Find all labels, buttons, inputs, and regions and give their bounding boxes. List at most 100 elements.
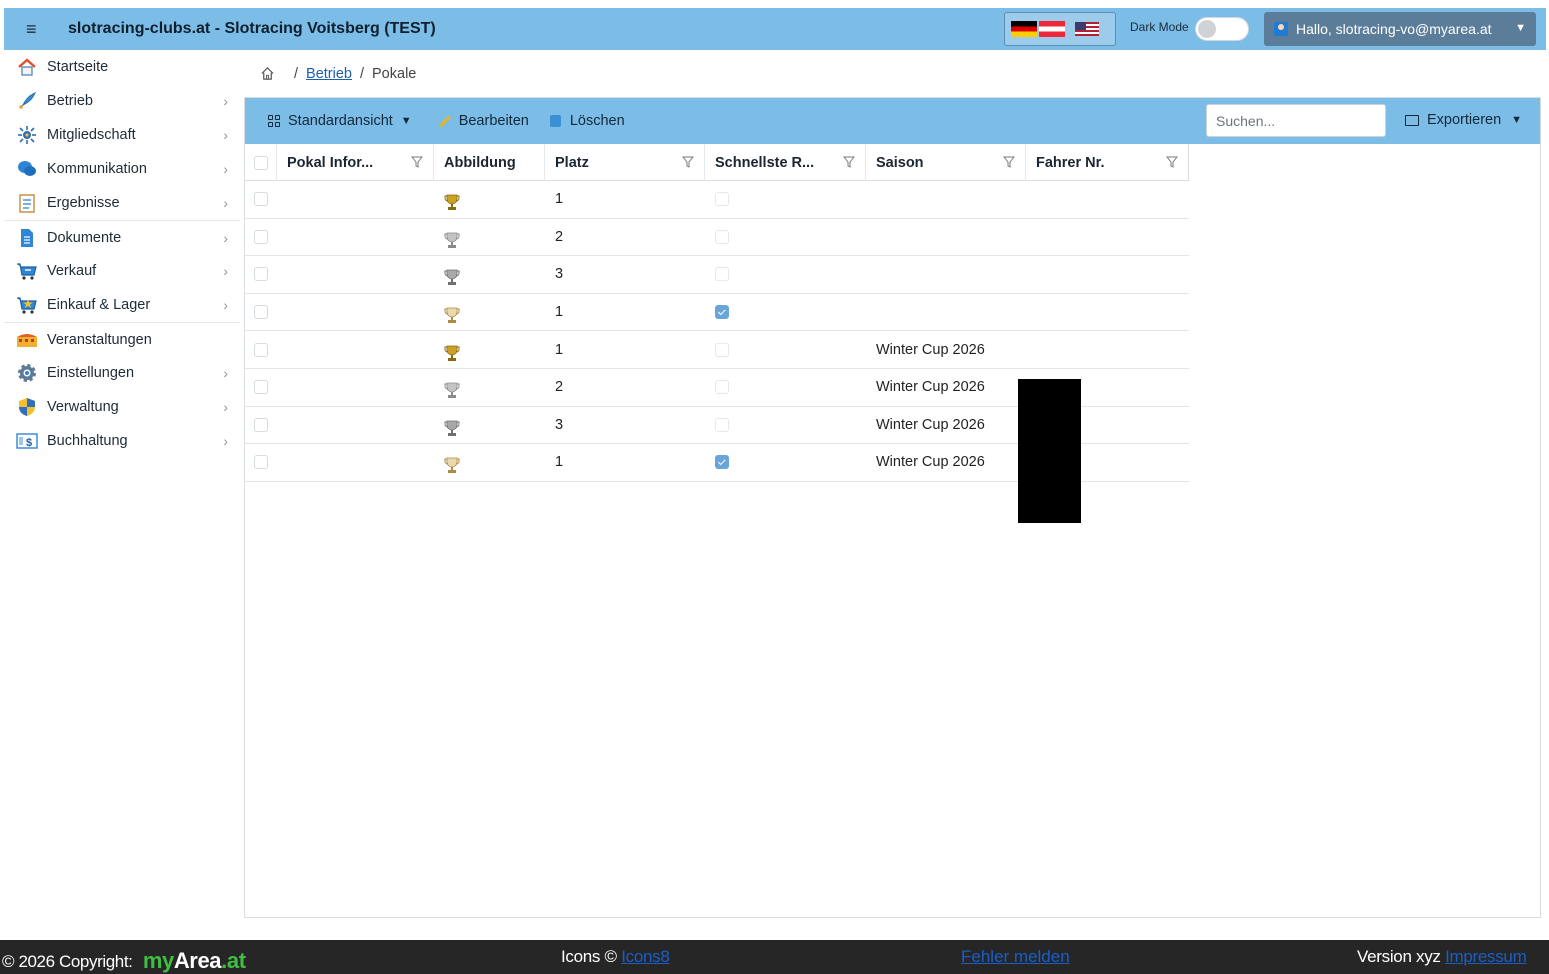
view-selector-button[interactable]: Standardansicht ▼	[267, 113, 412, 129]
cell-schnellste-runde	[705, 444, 866, 481]
edit-label: Bearbeiten	[458, 113, 529, 129]
breadcrumb-link-betrieb[interactable]: Betrieb	[306, 66, 352, 82]
row-checkbox[interactable]	[254, 267, 268, 282]
chevron-right-icon: ›	[223, 195, 228, 211]
cell-fahrer-nr	[1026, 256, 1189, 293]
user-icon	[1274, 22, 1288, 36]
cell-pokal	[277, 407, 434, 444]
filter-icon[interactable]	[843, 156, 855, 168]
row-checkbox[interactable]	[254, 417, 268, 432]
cell-pokal	[277, 256, 434, 293]
row-checkbox[interactable]	[254, 305, 268, 320]
us-flag-icon[interactable]	[1075, 22, 1099, 36]
row-select-cell	[245, 444, 277, 481]
trash-icon	[549, 114, 563, 128]
sidebar-item-label: Einkauf & Lager	[47, 297, 151, 313]
table-row[interactable]: 3	[245, 256, 1189, 294]
sidebar-item-kommunikation[interactable]: Kommunikation ›	[4, 152, 240, 186]
row-checkbox[interactable]	[254, 342, 268, 357]
user-menu-button[interactable]: Hallo, slotracing-vo@myarea.at ▼	[1264, 12, 1536, 46]
breadcrumb-separator: /	[294, 66, 299, 82]
chevron-right-icon: ›	[223, 127, 228, 143]
row-checkbox[interactable]	[254, 229, 268, 244]
column-header-pokal[interactable]: Pokal Infor...	[277, 144, 434, 181]
sidebar-item-label: Mitgliedschaft	[47, 127, 136, 143]
sidebar-item-verkauf[interactable]: Verkauf ›	[4, 254, 240, 288]
sidebar-item-verwaltung[interactable]: Verwaltung ›	[4, 390, 240, 424]
caret-down-icon: ▼	[1511, 114, 1523, 126]
brand-logo[interactable]: myArea.at	[143, 948, 246, 973]
row-select-cell	[245, 181, 277, 218]
table-header: Pokal Infor... Abbildung Platz Schnellst…	[245, 144, 1189, 181]
sidebar-item-veranstaltungen[interactable]: Veranstaltungen	[4, 322, 240, 356]
chevron-right-icon: ›	[223, 399, 228, 415]
checked-checkbox	[715, 455, 729, 470]
chevron-right-icon: ›	[223, 365, 228, 381]
chat-icon	[16, 158, 38, 180]
row-select-cell	[245, 369, 277, 406]
cell-schnellste-runde	[705, 369, 866, 406]
cell-pokal	[277, 219, 434, 256]
column-header-saison[interactable]: Saison	[866, 144, 1026, 181]
column-header-label: Platz	[555, 154, 589, 171]
sidebar-item-startseite[interactable]: Startseite	[4, 50, 240, 84]
column-header-abbildung[interactable]: Abbildung	[434, 144, 545, 181]
results-icon	[16, 192, 38, 214]
sidebar-item-ergebnisse[interactable]: Ergebnisse ›	[4, 186, 240, 220]
cell-fahrer-nr	[1026, 181, 1189, 218]
cell-schnellste-runde	[705, 219, 866, 256]
row-checkbox[interactable]	[254, 455, 268, 470]
brand-at: .at	[221, 948, 246, 973]
column-header-fahrer-nr[interactable]: Fahrer Nr.	[1026, 144, 1189, 181]
sidebar-item-einstellungen[interactable]: Einstellungen ›	[4, 356, 240, 390]
top-navbar: ≡ slotracing-clubs.at - Slotracing Voits…	[4, 8, 1546, 50]
table-row[interactable]: 2	[245, 219, 1189, 257]
filter-icon[interactable]	[682, 156, 694, 168]
icons8-link[interactable]: Icons8	[621, 947, 670, 966]
column-header-label: Pokal Infor...	[287, 154, 374, 171]
table-row[interactable]: 1	[245, 181, 1189, 219]
grid-toolbar: Standardansicht ▼ Bearbeiten Löschen Exp…	[245, 98, 1540, 144]
filter-icon[interactable]	[1166, 156, 1178, 168]
home-outline-icon[interactable]	[260, 66, 276, 82]
sidebar-item-einkauf-lager[interactable]: Einkauf & Lager ›	[4, 288, 240, 322]
cell-schnellste-runde	[705, 256, 866, 293]
sidebar-item-dokumente[interactable]: Dokumente ›	[4, 220, 240, 254]
stadium-icon	[16, 329, 38, 351]
at-flag-icon[interactable]	[1039, 21, 1065, 37]
select-all-checkbox[interactable]	[253, 155, 268, 170]
unchecked-checkbox	[715, 342, 729, 357]
filter-icon[interactable]	[411, 156, 423, 168]
cell-pokal	[277, 444, 434, 481]
language-switcher	[1004, 12, 1116, 46]
table-row[interactable]: 1 Winter Cup 2026	[245, 331, 1189, 369]
cell-schnellste-runde	[705, 294, 866, 331]
copyright-text: © 2026 Copyright:	[2, 952, 133, 971]
delete-button[interactable]: Löschen	[549, 113, 625, 129]
filter-icon[interactable]	[1003, 156, 1015, 168]
column-header-platz[interactable]: Platz	[545, 144, 705, 181]
edit-button[interactable]: Bearbeiten	[438, 113, 529, 129]
column-header-label: Fahrer Nr.	[1036, 154, 1105, 171]
de-flag-icon[interactable]	[1011, 21, 1037, 37]
sidebar-item-betrieb[interactable]: Betrieb ›	[4, 84, 240, 118]
user-greeting: Hallo, slotracing-vo@myarea.at	[1296, 21, 1492, 37]
impressum-link[interactable]: Impressum	[1445, 947, 1527, 966]
search-input[interactable]	[1206, 104, 1386, 137]
table-row[interactable]: 1	[245, 294, 1189, 332]
rocket-icon	[16, 90, 38, 112]
cell-abbildung	[434, 407, 545, 444]
footer: © 2026 Copyright: myArea.at Icons © Icon…	[0, 940, 1549, 974]
row-checkbox[interactable]	[254, 380, 268, 395]
sidebar-item-buchhaltung[interactable]: $ Buchhaltung ›	[4, 424, 240, 458]
column-header-schnellste-runde[interactable]: Schnellste R...	[705, 144, 866, 181]
report-bug-link[interactable]: Fehler melden	[961, 947, 1070, 966]
hamburger-icon[interactable]: ≡	[26, 20, 48, 38]
chevron-right-icon: ›	[223, 229, 228, 246]
row-select-cell	[245, 294, 277, 331]
sidebar-item-mitgliedschaft[interactable]: Mitgliedschaft ›	[4, 118, 240, 152]
cell-saison	[866, 294, 1026, 331]
export-button[interactable]: Exportieren ▼	[1405, 112, 1522, 128]
dark-mode-toggle[interactable]	[1195, 17, 1249, 41]
row-checkbox[interactable]	[254, 192, 268, 207]
